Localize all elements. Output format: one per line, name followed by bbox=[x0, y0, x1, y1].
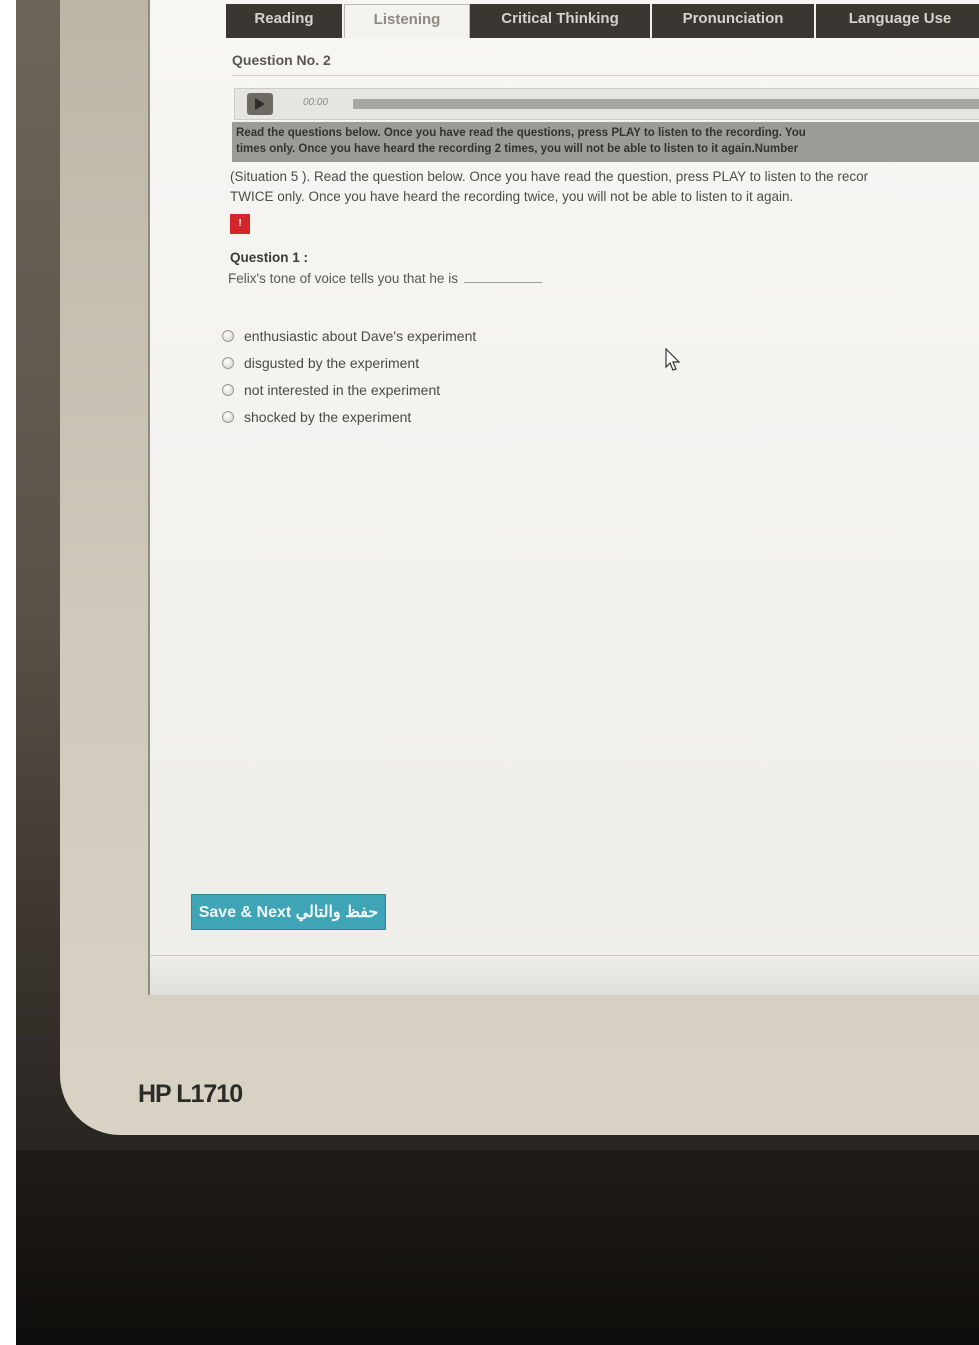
answer-blank bbox=[463, 282, 542, 283]
section-tabs: Reading Listening Critical Thinking Pron… bbox=[226, 4, 979, 38]
option-label: disgusted by the experiment bbox=[244, 354, 420, 371]
option-2[interactable]: disgusted by the experiment bbox=[222, 349, 476, 376]
monitor-screen: Reading Listening Critical Thinking Pron… bbox=[150, 0, 979, 995]
option-label: enthusiastic about Dave's experiment bbox=[244, 327, 477, 344]
instructions-banner: Read the questions below. Once you have … bbox=[232, 122, 979, 162]
option-3[interactable]: not interested in the experiment bbox=[222, 376, 476, 403]
tab-pronunciation[interactable]: Pronunciation bbox=[652, 4, 816, 38]
save-next-button[interactable]: Save & Next حفظ والتالي bbox=[191, 894, 386, 930]
question-text: Felix's tone of voice tells you that he … bbox=[228, 271, 542, 286]
tab-language-use[interactable]: Language Use bbox=[816, 4, 979, 38]
audio-progress-bar[interactable] bbox=[353, 99, 979, 109]
divider bbox=[232, 75, 979, 76]
desk-surface bbox=[16, 1150, 979, 1345]
audio-time: 00:00 bbox=[303, 97, 329, 108]
tab-reading[interactable]: Reading bbox=[226, 4, 344, 38]
radio-button[interactable] bbox=[222, 356, 234, 369]
left-margin bbox=[0, 0, 16, 1345]
flag-marker[interactable]: ! bbox=[230, 214, 250, 234]
option-label: shocked by the experiment bbox=[244, 408, 412, 425]
situation-line-2: TWICE only. Once you have heard the reco… bbox=[230, 189, 794, 204]
option-label: not interested in the experiment bbox=[244, 381, 441, 398]
monitor-brand-label: HP L1710 bbox=[138, 1080, 243, 1108]
question-number-heading: Question No. 2 bbox=[232, 52, 331, 68]
instructions-line-1: Read the questions below. Once you have … bbox=[236, 127, 806, 139]
tab-critical-thinking[interactable]: Critical Thinking bbox=[470, 4, 652, 38]
radio-button[interactable] bbox=[222, 329, 234, 342]
play-button[interactable] bbox=[247, 93, 273, 115]
screen-bottom-area bbox=[150, 955, 979, 995]
option-1[interactable]: enthusiastic about Dave's experiment bbox=[222, 322, 476, 349]
answer-options: enthusiastic about Dave's experiment dis… bbox=[222, 322, 476, 430]
question-label: Question 1 : bbox=[230, 250, 309, 265]
mouse-pointer-icon bbox=[665, 348, 681, 371]
audio-player: 00:00 bbox=[234, 88, 979, 120]
question-stem: Felix's tone of voice tells you that he … bbox=[228, 271, 458, 286]
radio-button[interactable] bbox=[222, 383, 234, 396]
radio-button[interactable] bbox=[222, 410, 234, 423]
situation-text: (Situation 5 ). Read the question below.… bbox=[230, 167, 979, 207]
situation-line-1: (Situation 5 ). Read the question below.… bbox=[230, 169, 869, 184]
instructions-line-2: times only. Once you have heard the reco… bbox=[236, 143, 799, 155]
option-4[interactable]: shocked by the experiment bbox=[222, 403, 476, 430]
tab-listening[interactable]: Listening bbox=[344, 4, 470, 38]
play-icon bbox=[255, 98, 265, 110]
